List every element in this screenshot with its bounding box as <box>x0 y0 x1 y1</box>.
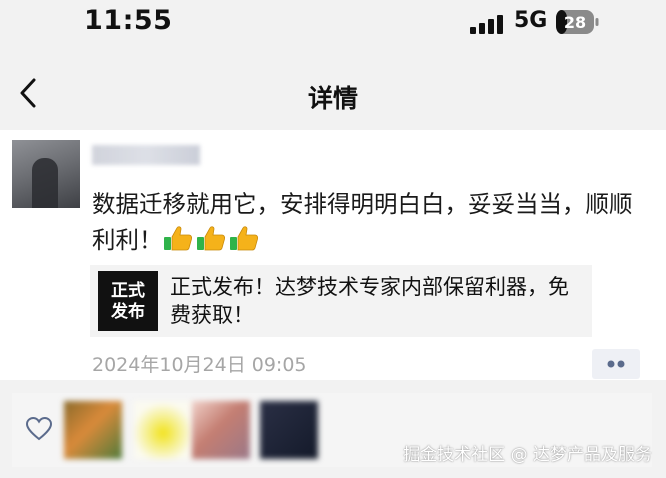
link-card-thumbnail: 正式 发布 <box>98 271 158 331</box>
thumbs-up-icon <box>229 225 259 251</box>
moment-post: 数据迁移就用它，安排得明明白白，妥妥当当，顺顺利利！ 正式 发布 正式发布！达梦… <box>0 130 666 380</box>
heart-icon[interactable] <box>26 417 52 441</box>
status-time: 11:55 <box>84 5 173 36</box>
liker-avatar[interactable] <box>260 401 318 459</box>
battery-icon: 28 <box>556 10 599 34</box>
more-actions-button[interactable] <box>592 349 640 379</box>
page-title: 详情 <box>307 84 358 113</box>
nav-bar: 详情 <box>0 60 666 130</box>
battery-level: 28 <box>564 13 586 32</box>
link-card-title: 正式发布！达梦技术专家内部保留利器，免费获取！ <box>170 275 569 327</box>
liker-avatar[interactable] <box>192 401 250 459</box>
network-type: 5G <box>514 8 548 33</box>
thumbs-up-icon <box>163 225 193 251</box>
avatar[interactable] <box>12 140 80 208</box>
nickname[interactable] <box>92 145 200 165</box>
thumbs-up-emojis <box>163 225 262 261</box>
thumbnail-line-2: 发布 <box>111 302 145 322</box>
thumbnail-line-1: 正式 <box>111 281 145 301</box>
link-card[interactable]: 正式 发布 正式发布！达梦技术专家内部保留利器，免费获取！ <box>90 265 592 337</box>
watermark: 掘金技术社区 @ 达梦产品及服务 <box>403 445 652 465</box>
more-dots-icon <box>607 360 625 368</box>
post-timestamp: 2024年10月24日 09:05 <box>92 354 307 376</box>
liker-avatar[interactable] <box>134 401 192 459</box>
post-content: 数据迁移就用它，安排得明明白白，妥妥当当，顺顺利利！ <box>92 186 652 261</box>
thumbs-up-icon <box>196 225 226 251</box>
liker-avatar[interactable] <box>64 401 122 459</box>
signal-icon <box>470 15 503 34</box>
status-bar: 11:55 5G 28 <box>0 0 666 52</box>
